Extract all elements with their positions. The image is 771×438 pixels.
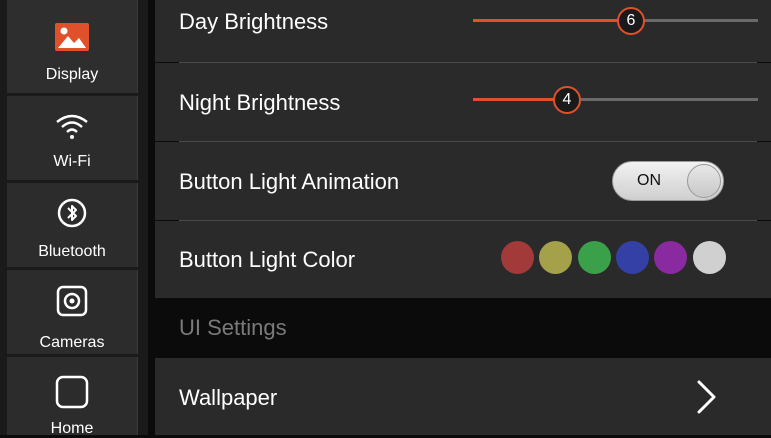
sidebar-item-cameras[interactable]: Cameras [7,270,138,354]
wallpaper-label: Wallpaper [179,385,278,410]
day-brightness-knob[interactable]: 6 [617,7,645,35]
settings-panel: Day Brightness 6 Night Brightness 4 Butt… [155,0,771,435]
night-brightness-knob[interactable]: 4 [553,86,581,114]
sidebar-item-label: Wi-Fi [53,153,91,170]
section-title: UI Settings [179,315,287,340]
sidebar-item-display[interactable]: Display [7,0,138,93]
wifi-icon [56,114,88,139]
sidebar-item-label: Bluetooth [38,243,106,260]
sidebar-item-home[interactable]: Home [7,357,138,437]
button-light-animation-label: Button Light Animation [179,169,400,194]
button-light-animation-row: Button Light Animation ON [155,142,771,220]
chevron-right-icon [697,380,716,414]
toggle-knob [687,164,721,198]
toggle-state-label: ON [637,172,661,189]
button-light-animation-toggle[interactable]: ON [612,161,724,201]
ui-settings-header: UI Settings [155,298,771,356]
day-brightness-row: Day Brightness 6 [155,0,771,62]
sidebar-item-label: Display [45,66,99,83]
camera-icon [56,285,88,317]
bluetooth-icon [57,198,87,228]
day-brightness-label: Day Brightness [179,9,329,34]
settings-sidebar: Display Wi-Fi Bluetooth Cameras Home [0,0,148,437]
color-swatch-blue[interactable] [616,241,649,274]
sidebar-item-bluetooth[interactable]: Bluetooth [7,183,138,267]
color-swatch-red[interactable] [501,241,534,274]
color-swatch-white[interactable] [693,241,726,274]
color-swatch-olive[interactable] [539,241,572,274]
home-square-icon [55,375,89,409]
sidebar-item-label: Cameras [39,334,105,351]
night-brightness-row: Night Brightness 4 [155,63,771,141]
image-icon [55,23,89,51]
color-swatch-purple[interactable] [654,241,687,274]
night-brightness-label: Night Brightness [179,90,341,115]
wallpaper-row[interactable]: Wallpaper [155,358,771,435]
sidebar-item-wifi[interactable]: Wi-Fi [7,96,138,180]
sidebar-item-label: Home [50,420,94,437]
day-brightness-fill [473,19,631,22]
button-light-color-row: Button Light Color [155,221,771,298]
button-light-color-label: Button Light Color [179,247,356,272]
color-swatch-green[interactable] [578,241,611,274]
